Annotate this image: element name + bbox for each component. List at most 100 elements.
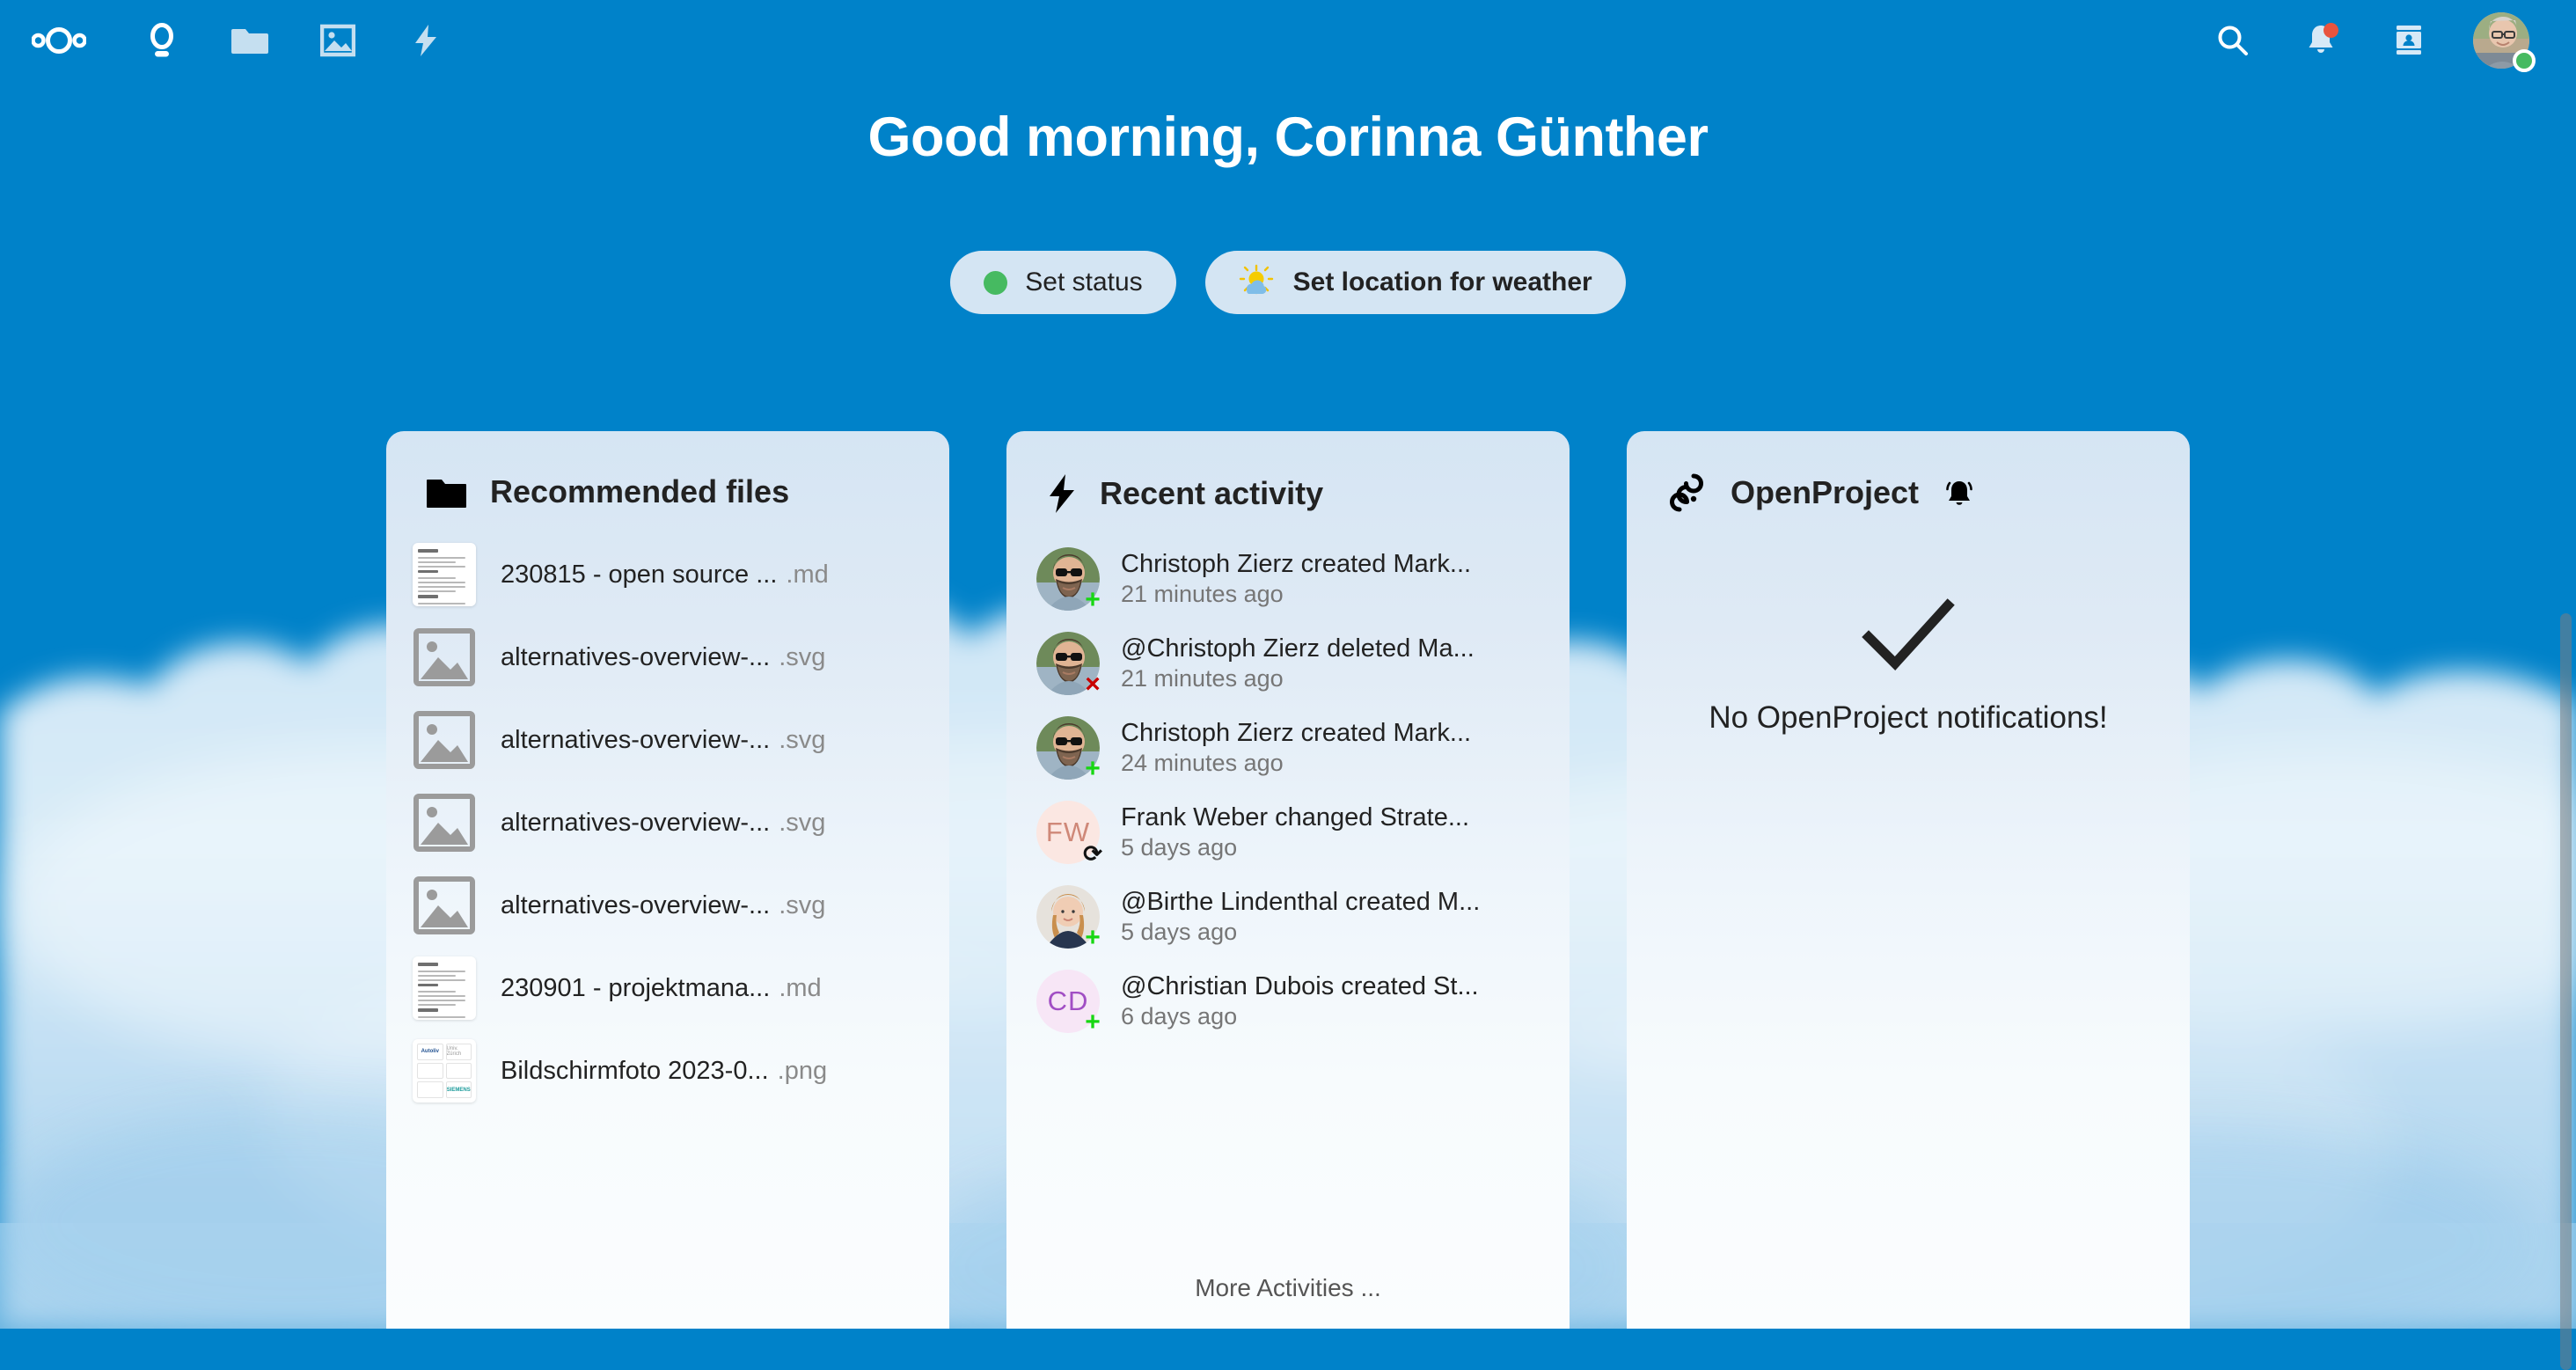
activity-text: @Christoph Zierz deleted Ma...21 minutes… [1121,634,1540,692]
recommended-files-list: 230815 - open source ... .md alternatives-… [386,533,949,1329]
app-header [0,0,2576,81]
activity-row[interactable]: + Christoph Zierz created Mark...24 minut… [1006,706,1570,790]
set-status-button[interactable]: Set status [950,251,1175,314]
document-thumbnail [413,543,476,606]
panel-title-recommended-files: Recommended files [490,473,789,510]
file-row[interactable]: alternatives-overview-....svg [386,781,949,864]
page-title: Good morning, Corinna Günther [0,106,2576,169]
file-extension: .md [779,974,821,1003]
photos-icon[interactable] [294,0,382,81]
activity-action-badge: + [1080,926,1105,950]
header-nav-right [2189,0,2576,81]
activity-text: Christoph Zierz created Mark...21 minute… [1121,550,1540,608]
sun-cloud-icon [1239,264,1276,301]
file-name-wrap: alternatives-overview-... .svg [501,891,923,920]
activity-text: Christoph Zierz created Mark...24 minute… [1121,719,1540,777]
file-name-wrap: 230815 - open source ... .md [501,560,923,590]
dashboard-icon[interactable] [118,0,206,81]
activity-avatar-wrap: + [1036,716,1100,780]
activity-row[interactable]: + @Birthe Lindenthal created M...5 days a… [1006,875,1570,959]
panel-title-openproject: OpenProject [1731,474,1919,511]
scrollbar-thumb[interactable] [2560,613,2572,1370]
page-scrollbar[interactable] [2557,81,2576,1329]
file-row[interactable]: alternatives-overview-... .svg [386,864,949,947]
activity-action-badge: × [1080,672,1105,697]
activity-timestamp: 5 days ago [1121,834,1540,861]
activity-avatar-wrap: FW⟳ [1036,801,1100,864]
file-extension: .png [778,1057,827,1086]
activity-text: @Birthe Lindenthal created M...5 days ag… [1121,888,1540,946]
more-activities-link[interactable]: More Activities ... [1006,1255,1570,1329]
bell-ring-icon[interactable] [1942,475,1977,510]
file-row[interactable]: AutolivUniv. ZürichSIEMENS Bildschirmfoto… [386,1029,949,1112]
set-weather-location-label: Set location for weather [1293,267,1592,297]
activity-row[interactable]: FW⟳ Frank Weber changed Strate...5 days a… [1006,790,1570,875]
file-name: Bildschirmfoto 2023-0... [501,1057,769,1086]
file-name: alternatives-overview-... [501,891,770,920]
files-icon[interactable] [206,0,294,81]
notifications-bell-icon[interactable] [2277,0,2365,81]
panel-title-recent-activity: Recent activity [1100,475,1323,512]
file-extension: .svg [779,726,825,755]
contacts-icon[interactable] [2365,0,2453,81]
avatar-online-status [2513,49,2536,72]
set-status-label: Set status [1025,267,1142,297]
status-buttons-row: Set status Set location for weather [0,251,2576,314]
set-weather-location-button[interactable]: Set location for weather [1205,251,1626,314]
dashboard-panels: Recommended files 230815 - open source .… [0,431,2576,1329]
activity-timestamp: 5 days ago [1121,919,1540,946]
activity-action-badge: + [1080,588,1105,612]
file-name: alternatives-overview-... [501,726,770,755]
file-row[interactable]: alternatives-overview-... .svg [386,699,949,781]
image-placeholder-icon [413,626,476,689]
activity-title: @Christoph Zierz deleted Ma... [1121,634,1540,663]
panel-openproject: OpenProject No OpenProject notifications… [1627,431,2190,1329]
activity-title: @Christian Dubois created St... [1121,972,1540,1001]
panel-header-recent-activity: Recent activity [1006,431,1570,537]
online-status-dot [984,271,1007,295]
image-thumbnail: AutolivUniv. ZürichSIEMENS [413,1039,476,1103]
search-icon[interactable] [2189,0,2277,81]
file-name: 230901 - projektmana... [501,974,770,1003]
activity-avatar-wrap: CD+ [1036,970,1100,1033]
activity-timestamp: 6 days ago [1121,1003,1540,1030]
activity-row[interactable]: × @Christoph Zierz deleted Ma...21 minute… [1006,621,1570,706]
activity-title: Christoph Zierz created Mark... [1121,719,1540,748]
activity-avatar-wrap: × [1036,632,1100,695]
panel-recent-activity: Recent activity + Christoph Zierz created… [1006,431,1570,1329]
document-thumbnail [413,956,476,1020]
activity-avatar-wrap: + [1036,547,1100,611]
file-name-wrap: alternatives-overview-....svg [501,809,923,838]
activity-action-badge: ⟳ [1080,841,1105,866]
checkmark-icon [1862,598,1955,674]
recent-activity-list: +Christoph Zierz created Mark...21 minut… [1006,537,1570,1255]
file-name: 230815 - open source ... [501,560,777,590]
file-extension: .md [786,560,828,590]
activity-row[interactable]: + Christoph Zierz created Mark...21 minut… [1006,537,1570,621]
nextcloud-logo[interactable] [0,0,118,81]
file-row[interactable]: alternatives-overview-... .svg [386,616,949,699]
activity-timestamp: 24 minutes ago [1121,750,1540,777]
activity-title: @Birthe Lindenthal created M... [1121,888,1540,917]
activity-text: Frank Weber changed Strate...5 days ago [1121,803,1540,861]
notification-badge [2324,23,2338,38]
avatar[interactable] [2453,0,2550,81]
activity-timestamp: 21 minutes ago [1121,665,1540,692]
file-row[interactable]: 230901 - projektmana... .md [386,947,949,1029]
file-extension: .svg [779,891,825,920]
header-nav-left [0,0,470,81]
activity-text: @Christian Dubois created St...6 days ag… [1121,972,1540,1030]
file-name-wrap: Bildschirmfoto 2023-0... .png [501,1057,923,1086]
file-name: alternatives-overview-... [501,643,770,672]
activity-icon[interactable] [382,0,470,81]
activity-title: Frank Weber changed Strate... [1121,803,1540,832]
image-placeholder-icon [413,708,476,772]
activity-timestamp: 21 minutes ago [1121,581,1540,608]
file-name: alternatives-overview-... [501,809,770,838]
activity-row[interactable]: CD+ @Christian Dubois created St...6 days… [1006,959,1570,1044]
folder-icon [427,475,467,509]
file-name-wrap: 230901 - projektmana... .md [501,974,923,1003]
panel-recommended-files: Recommended files 230815 - open source .… [386,431,949,1329]
file-row[interactable]: 230815 - open source ... .md [386,533,949,616]
file-extension: .svg [779,643,825,672]
